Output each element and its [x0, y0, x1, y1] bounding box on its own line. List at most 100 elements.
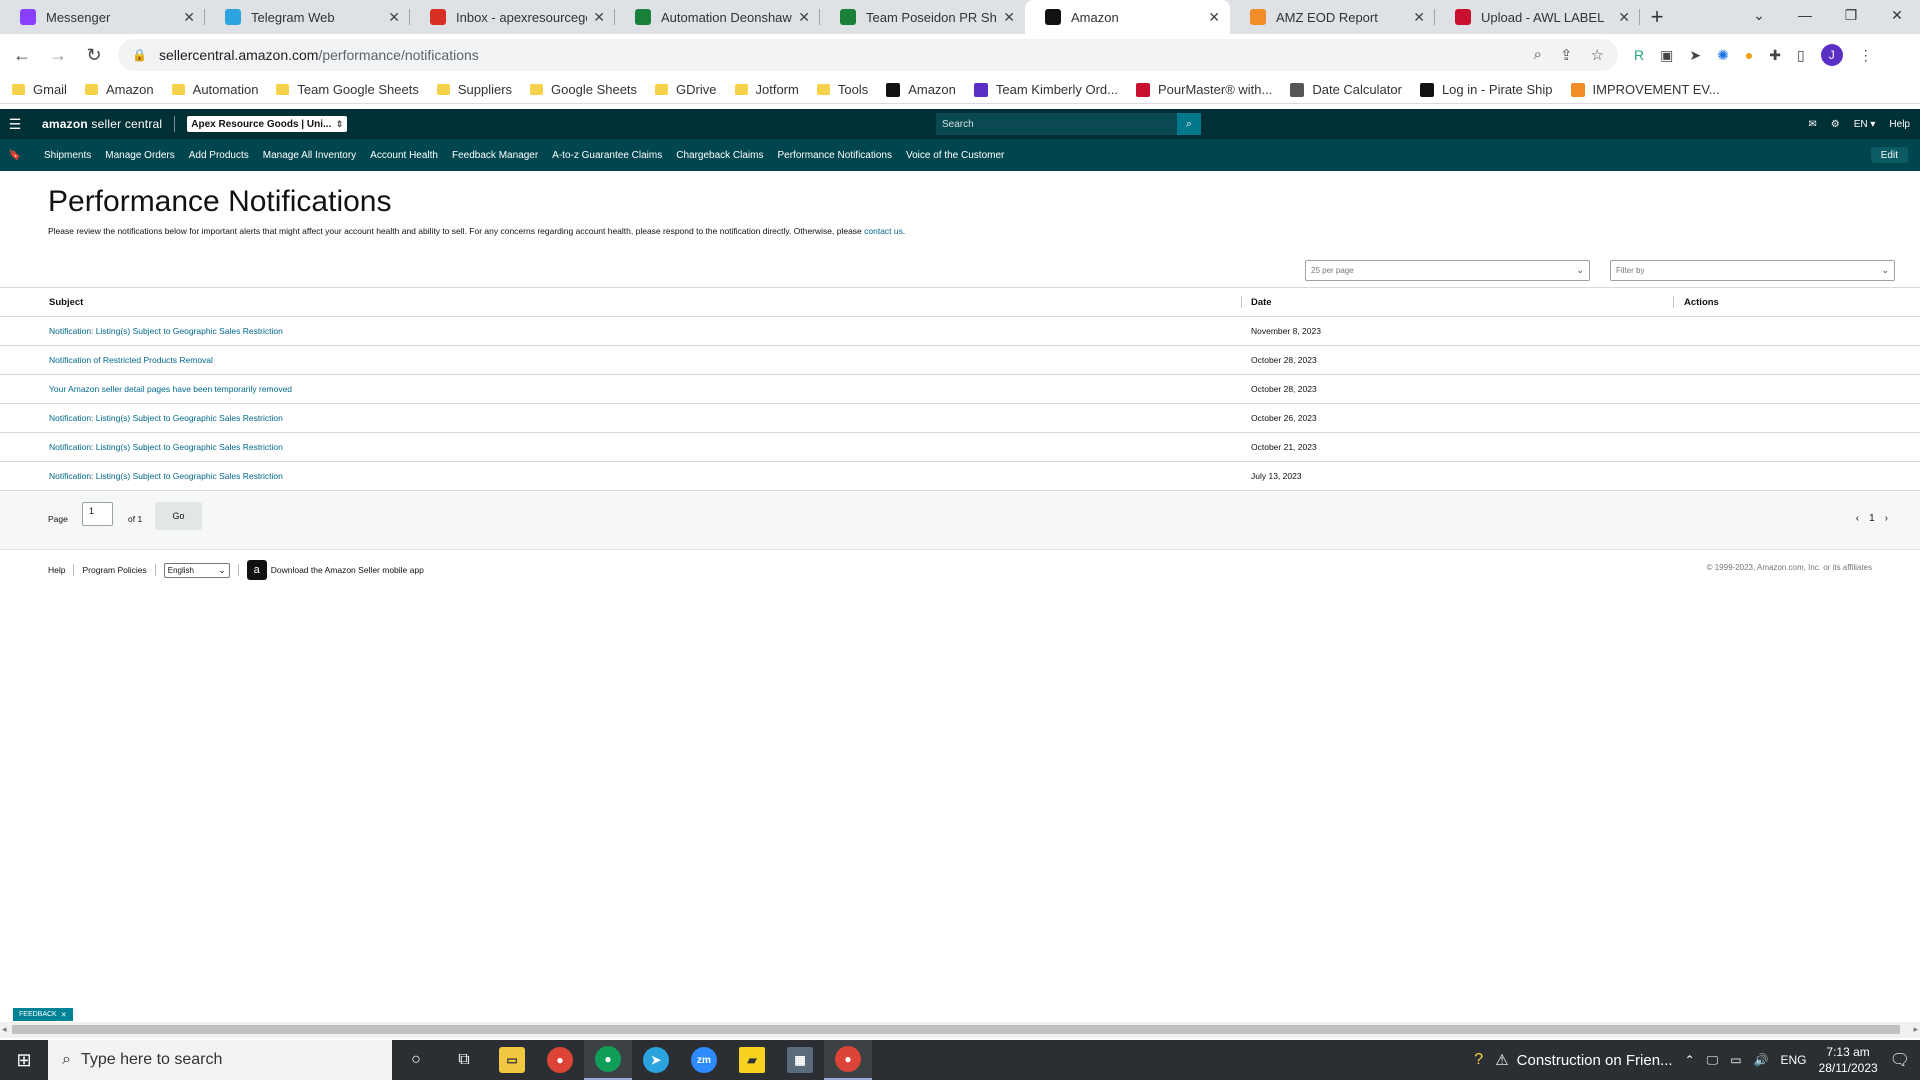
browser-tab[interactable]: AMZ EOD Report ✕: [1230, 0, 1435, 34]
forward-button[interactable]: →: [44, 41, 72, 69]
side-panel-icon[interactable]: ▯: [1797, 47, 1805, 64]
chrome-second-icon[interactable]: ●: [824, 1040, 872, 1080]
horizontal-scrollbar[interactable]: ◂ ▸: [0, 1022, 1920, 1038]
close-tab-icon[interactable]: ✕: [1208, 9, 1220, 26]
column-subject[interactable]: Subject: [49, 288, 83, 316]
back-button[interactable]: ←: [8, 41, 36, 69]
notifications-icon[interactable]: 🗨: [1890, 1050, 1910, 1070]
bookmark-star-icon[interactable]: ☆: [1591, 46, 1604, 64]
bookmark-flag-icon[interactable]: 🔖: [0, 150, 30, 161]
browser-tab[interactable]: Automation Deonshawn S ✕: [615, 0, 820, 34]
browser-tab[interactable]: Messenger ✕: [0, 0, 205, 34]
site-info-icon[interactable]: 🔒: [132, 48, 147, 62]
battery-icon[interactable]: ▭: [1730, 1053, 1741, 1067]
volume-icon[interactable]: 🔊: [1754, 1053, 1769, 1067]
bookmark-item[interactable]: PourMaster® with...: [1136, 82, 1272, 97]
file-explorer-icon[interactable]: ▭: [488, 1040, 536, 1080]
browser-tab[interactable]: Amazon ✕: [1025, 0, 1230, 34]
gear-icon[interactable]: ⚙: [1831, 119, 1840, 130]
nav-item[interactable]: A-to-z Guarantee Claims: [552, 150, 662, 161]
network-icon[interactable]: 🖵: [1707, 1053, 1719, 1068]
zoom-icon[interactable]: ⌕: [1534, 46, 1542, 64]
bookmark-item[interactable]: Date Calculator: [1290, 82, 1402, 97]
bookmark-item[interactable]: Google Sheets: [530, 82, 637, 97]
language-selector[interactable]: EN ▾: [1854, 119, 1876, 130]
browser-tab[interactable]: Team Poseidon PR Sheet ✕: [820, 0, 1025, 34]
chrome-profile-icon[interactable]: ●: [584, 1040, 632, 1080]
taskbar-search[interactable]: ⌕ Type here to search: [48, 1040, 392, 1080]
download-app-link[interactable]: Download the Amazon Seller mobile app: [271, 565, 424, 575]
nav-item[interactable]: Performance Notifications: [777, 150, 892, 161]
footer-help-link[interactable]: Help: [48, 565, 65, 575]
per-page-select[interactable]: 25 per page ⌄: [1305, 260, 1590, 281]
browser-tab[interactable]: Upload - AWL LABEL ✕: [1435, 0, 1640, 34]
close-icon[interactable]: ✕: [61, 1011, 67, 1019]
nav-item[interactable]: Chargeback Claims: [676, 150, 763, 161]
seller-search-input[interactable]: Search: [936, 113, 1177, 135]
extension-rs-icon[interactable]: R: [1634, 47, 1644, 63]
reload-button[interactable]: ↻: [80, 41, 108, 69]
seller-central-logo[interactable]: amazon seller central: [42, 117, 162, 131]
calculator-icon[interactable]: ▦: [776, 1040, 824, 1080]
tab-search-icon[interactable]: ⌄: [1736, 0, 1782, 30]
go-button[interactable]: Go: [155, 502, 202, 530]
contact-us-link[interactable]: contact us: [864, 226, 903, 236]
page-number-input[interactable]: 1: [82, 502, 113, 526]
chrome-icon[interactable]: ●: [536, 1040, 584, 1080]
input-language[interactable]: ENG: [1781, 1053, 1807, 1067]
column-date[interactable]: Date: [1251, 288, 1272, 316]
mail-icon[interactable]: ✉: [1808, 119, 1816, 130]
bookmark-item[interactable]: Amazon: [84, 82, 154, 97]
minimize-button[interactable]: —: [1782, 0, 1828, 30]
menu-hamburger-icon[interactable]: ☰: [0, 116, 30, 133]
close-tab-icon[interactable]: ✕: [183, 9, 195, 26]
address-bar[interactable]: 🔒 sellercentral.amazon.com/performance/n…: [118, 39, 1618, 71]
close-window-button[interactable]: ✕: [1874, 0, 1920, 30]
current-page-number[interactable]: 1: [1869, 513, 1875, 524]
close-tab-icon[interactable]: ✕: [388, 9, 400, 26]
browser-tab[interactable]: Telegram Web ✕: [205, 0, 410, 34]
share-icon[interactable]: ⇪: [1560, 46, 1573, 64]
close-tab-icon[interactable]: ✕: [798, 9, 810, 26]
help-link[interactable]: Help: [1889, 119, 1910, 130]
feedback-button[interactable]: FEEDBACK ✕: [13, 1008, 73, 1021]
extensions-puzzle-icon[interactable]: ✚: [1769, 47, 1781, 64]
clock[interactable]: 7:13 am 28/11/2023: [1819, 1044, 1878, 1076]
program-policies-link[interactable]: Program Policies: [82, 565, 146, 575]
browser-tab[interactable]: Inbox - apexresourcegoo ✕: [410, 0, 615, 34]
filter-select[interactable]: Filter by ⌄: [1610, 260, 1895, 281]
new-tab-button[interactable]: +: [1640, 0, 1674, 34]
extension-orange-icon[interactable]: ●: [1745, 47, 1753, 63]
nav-item[interactable]: Shipments: [44, 150, 91, 161]
bookmark-item[interactable]: GDrive: [655, 82, 717, 97]
amazon-app-icon[interactable]: a: [246, 560, 267, 580]
zoom-icon[interactable]: zm: [680, 1040, 728, 1080]
close-tab-icon[interactable]: ✕: [1003, 9, 1015, 26]
bookmark-item[interactable]: IMPROVEMENT EV...: [1570, 82, 1720, 97]
notification-subject-link[interactable]: Your Amazon seller detail pages have bee…: [49, 375, 292, 403]
nav-item[interactable]: Feedback Manager: [452, 150, 538, 161]
restore-button[interactable]: ❐: [1828, 0, 1874, 30]
edit-nav-button[interactable]: Edit: [1870, 147, 1908, 163]
chevron-up-icon[interactable]: ⌃: [1685, 1053, 1695, 1067]
nav-item[interactable]: Voice of the Customer: [906, 150, 1004, 161]
scrollbar-thumb[interactable]: [12, 1025, 1900, 1034]
close-tab-icon[interactable]: ✕: [1618, 9, 1630, 26]
bookmark-item[interactable]: Automation: [171, 82, 258, 97]
extension-blue-icon[interactable]: ✺: [1717, 47, 1729, 64]
bookmark-item[interactable]: Team Google Sheets: [276, 82, 419, 97]
windows-start-icon[interactable]: ⊞: [0, 1040, 48, 1080]
account-switcher[interactable]: Apex Resource Goods | Uni... ⇕: [187, 116, 348, 132]
help-icon[interactable]: ?: [1474, 1051, 1483, 1069]
task-view-icon[interactable]: ⧉: [440, 1040, 488, 1080]
bookmark-item[interactable]: Gmail: [12, 82, 67, 97]
notification-subject-link[interactable]: Notification: Listing(s) Subject to Geog…: [49, 404, 283, 432]
scroll-left-icon[interactable]: ◂: [2, 1024, 7, 1035]
bookmark-item[interactable]: Team Kimberly Ord...: [973, 82, 1118, 97]
telegram-taskbar-icon[interactable]: ➤: [632, 1040, 680, 1080]
nav-item[interactable]: Account Health: [370, 150, 438, 161]
close-tab-icon[interactable]: ✕: [1413, 9, 1425, 26]
footer-language-select[interactable]: English ⌄: [163, 562, 230, 578]
nav-item[interactable]: Manage Orders: [105, 150, 174, 161]
extension-arrow-icon[interactable]: ➤: [1689, 47, 1701, 64]
